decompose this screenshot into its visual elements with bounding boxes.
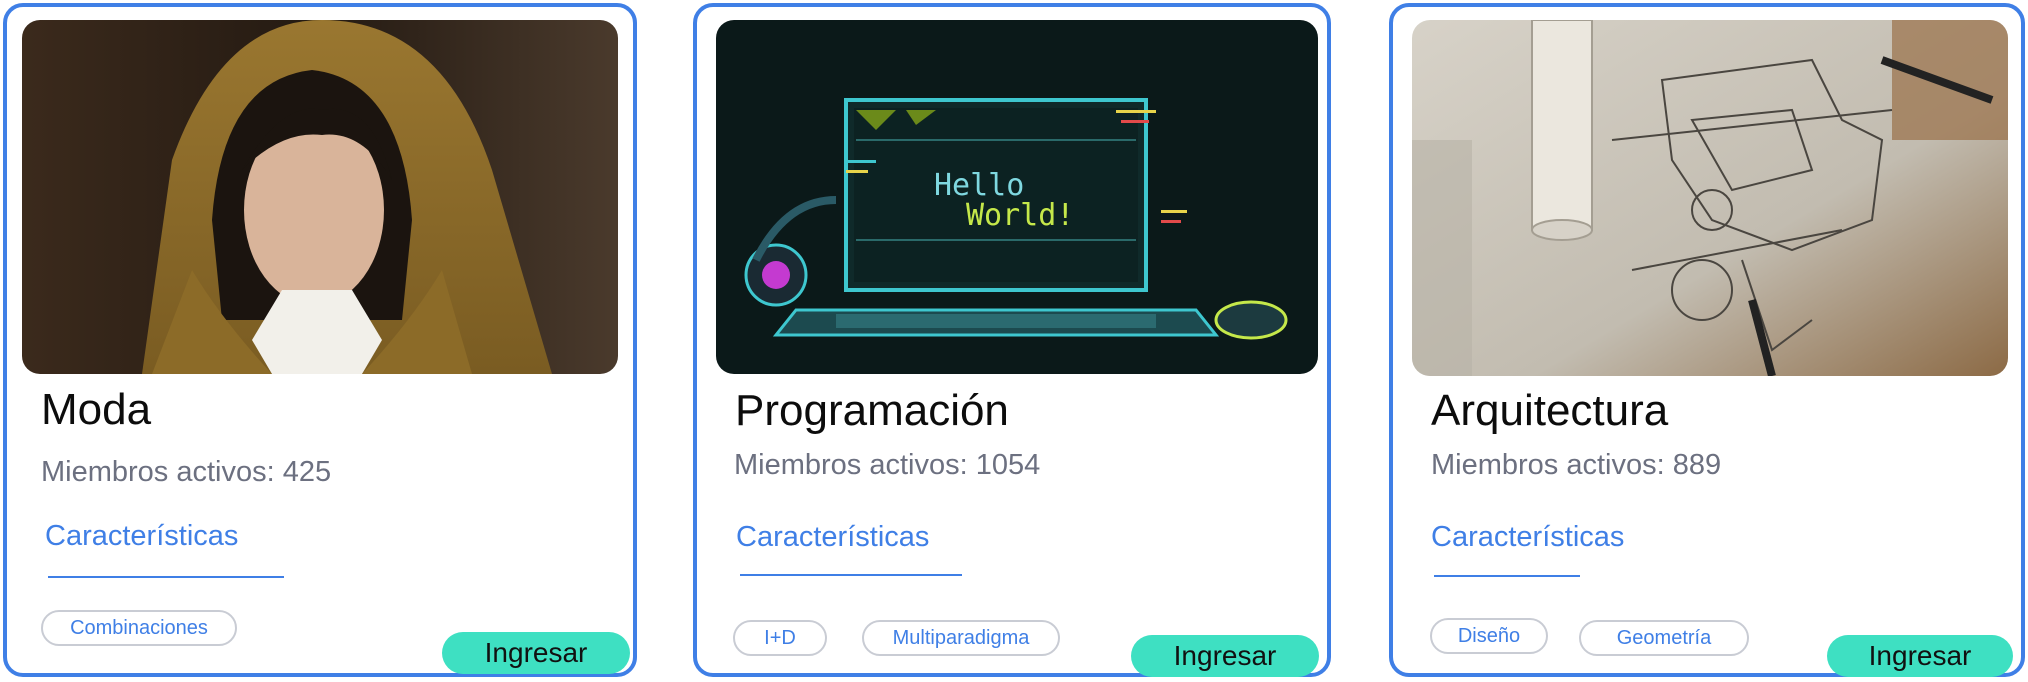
tag-chip[interactable]: I+D: [733, 620, 827, 656]
card-title: Arquitectura: [1431, 386, 1669, 435]
active-tab-indicator: [1434, 575, 1580, 577]
tag-chip[interactable]: Geometría: [1579, 620, 1749, 656]
tab-caracteristicas[interactable]: Características: [1431, 521, 1624, 554]
fashion-model-photo: [22, 20, 618, 374]
community-card-programacion[interactable]: Hello World! Programación Miembros activ…: [693, 3, 1331, 677]
active-tab-indicator: [740, 574, 962, 576]
community-card-arquitectura[interactable]: Arquitectura Miembros activos: 889 Carac…: [1389, 3, 2025, 677]
active-tab-indicator: [48, 576, 284, 578]
ingresar-button[interactable]: Ingresar: [1827, 635, 2013, 677]
tag-chip[interactable]: Diseño: [1430, 618, 1548, 654]
card-title: Moda: [41, 385, 152, 434]
ingresar-button[interactable]: Ingresar: [1131, 635, 1319, 677]
active-members-count: Miembros activos: 889: [1431, 449, 1722, 481]
tag-chip[interactable]: Combinaciones: [41, 610, 237, 646]
tab-caracteristicas[interactable]: Características: [45, 520, 238, 553]
card-title: Programación: [735, 386, 1009, 435]
tab-caracteristicas[interactable]: Características: [736, 521, 929, 554]
hello-world-laptop-illustration: Hello World!: [716, 20, 1318, 374]
active-members-count: Miembros activos: 1054: [734, 449, 1041, 481]
ingresar-button[interactable]: Ingresar: [442, 632, 630, 674]
architecture-blueprint-photo: [1412, 20, 2008, 376]
world-text: World!: [966, 198, 1074, 233]
tag-chip[interactable]: Multiparadigma: [862, 620, 1060, 656]
community-card-moda[interactable]: Moda Miembros activos: 425 Característic…: [3, 3, 637, 677]
active-members-count: Miembros activos: 425: [41, 456, 332, 488]
